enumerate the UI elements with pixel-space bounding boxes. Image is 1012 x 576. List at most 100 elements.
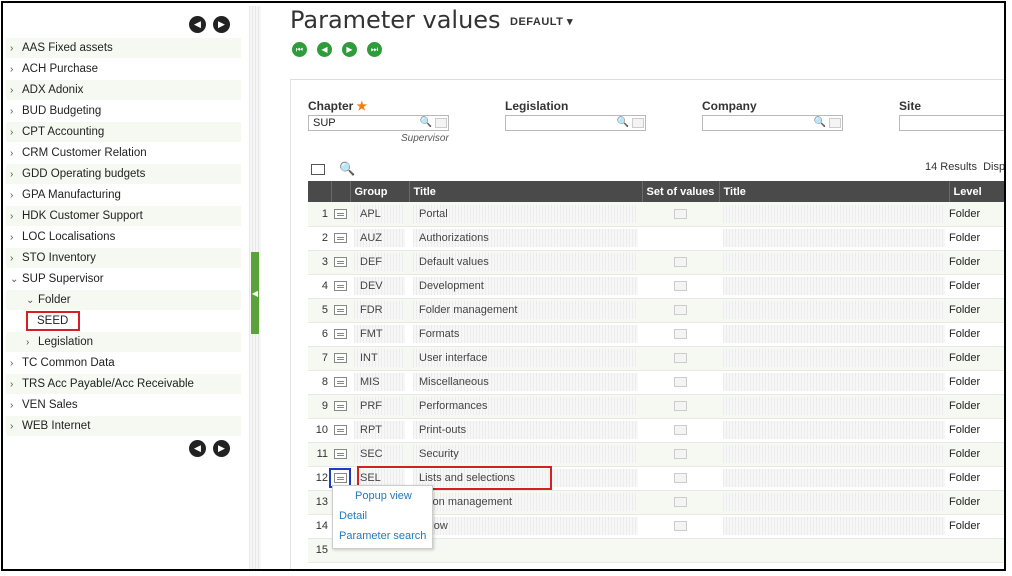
sidebar-item-trs[interactable]: › TRS Acc Payable/Acc Receivable: [6, 374, 241, 395]
row-menu-icon[interactable]: [334, 329, 347, 339]
set-of-values-cell[interactable]: [642, 322, 719, 347]
sidebar-item-legislation[interactable]: › Legislation: [6, 332, 241, 353]
lookup-icon[interactable]: [674, 305, 687, 315]
menu-item-parameter-search[interactable]: Parameter search: [333, 526, 432, 546]
table-row[interactable]: 11 SEC Security Folder: [308, 442, 1004, 467]
sidebar-item-hdk[interactable]: › HDK Customer Support: [6, 206, 241, 227]
set-of-values-cell[interactable]: [642, 202, 719, 227]
group-cell[interactable]: FMT: [350, 322, 409, 347]
title2-cell[interactable]: [719, 514, 949, 539]
table-row[interactable]: 3 DEF Default values Folder: [308, 250, 1004, 275]
title-cell[interactable]: Folder management: [409, 298, 642, 323]
table-row[interactable]: 8 MIS Miscellaneous Folder: [308, 370, 1004, 395]
next-record-icon[interactable]: ▶: [342, 42, 357, 57]
col-header-set-of-values[interactable]: Set of values: [642, 181, 720, 202]
menu-item-detail[interactable]: Detail: [333, 506, 432, 526]
set-of-values-cell[interactable]: [642, 538, 719, 563]
sidebar-item-cpt[interactable]: › CPT Accounting: [6, 122, 241, 143]
chapter-field[interactable]: SUP 🔍: [308, 115, 449, 131]
table-row[interactable]: 1 APL Portal Folder: [308, 202, 1004, 227]
title-cell[interactable]: Development: [409, 274, 642, 299]
title2-cell[interactable]: [719, 322, 949, 347]
legislation-field[interactable]: 🔍: [505, 115, 646, 131]
search-icon[interactable]: 🔍: [814, 117, 826, 128]
lookup-icon[interactable]: [674, 281, 687, 291]
display-label[interactable]: Disp: [983, 161, 1004, 173]
set-of-values-cell[interactable]: [642, 442, 719, 467]
title2-cell[interactable]: [719, 418, 949, 443]
lookup-icon[interactable]: [674, 257, 687, 267]
next-icon[interactable]: ▶: [213, 16, 230, 33]
sidebar-item-seed[interactable]: SEED: [6, 311, 241, 332]
table-row[interactable]: 2 AUZ Authorizations Folder: [308, 226, 1004, 251]
table-row[interactable]: 5 FDR Folder management Folder: [308, 298, 1004, 323]
title-cell[interactable]: Formats: [409, 322, 642, 347]
title-cell[interactable]: Print-outs: [409, 418, 642, 443]
group-cell[interactable]: PRF: [350, 394, 409, 419]
title2-cell[interactable]: [719, 538, 949, 563]
sidebar-item-gdd[interactable]: › GDD Operating budgets: [6, 164, 241, 185]
sidebar-item-ven[interactable]: › VEN Sales: [6, 395, 241, 416]
set-of-values-cell[interactable]: [642, 250, 719, 275]
row-menu-icon[interactable]: [334, 401, 347, 411]
sidebar-item-loc[interactable]: › LOC Localisations: [6, 227, 241, 248]
sidebar-item-ach[interactable]: › ACH Purchase: [6, 59, 241, 80]
group-cell[interactable]: APL: [350, 202, 409, 227]
col-header-title2[interactable]: Title: [719, 181, 950, 202]
lookup-icon[interactable]: [674, 401, 687, 411]
set-of-values-cell[interactable]: [642, 370, 719, 395]
lookup-icon[interactable]: [674, 377, 687, 387]
title-cell[interactable]: Security: [409, 442, 642, 467]
title2-cell[interactable]: [719, 274, 949, 299]
row-menu-icon[interactable]: [334, 281, 347, 291]
title2-cell[interactable]: [719, 394, 949, 419]
sidebar-item-web[interactable]: › WEB Internet: [6, 416, 241, 437]
title-cell[interactable]: Miscellaneous: [409, 370, 642, 395]
prev-icon[interactable]: ◀: [189, 16, 206, 33]
first-record-icon[interactable]: ⏮: [292, 42, 307, 57]
set-of-values-cell[interactable]: [642, 298, 719, 323]
set-of-values-cell[interactable]: [642, 226, 719, 251]
set-of-values-cell[interactable]: [642, 418, 719, 443]
group-cell[interactable]: DEF: [350, 250, 409, 275]
grid-options-icon[interactable]: [311, 163, 325, 175]
search-icon[interactable]: 🔍: [420, 117, 432, 128]
row-menu-icon[interactable]: [334, 449, 347, 459]
set-of-values-cell[interactable]: [642, 346, 719, 371]
sidebar-item-crm[interactable]: › CRM Customer Relation: [6, 143, 241, 164]
row-menu-icon[interactable]: [334, 305, 347, 315]
col-header-title[interactable]: Title: [409, 181, 643, 202]
title2-cell[interactable]: [719, 202, 949, 227]
lookup-icon[interactable]: [829, 118, 841, 128]
title-cell[interactable]: ession management: [409, 490, 642, 515]
lookup-icon[interactable]: [435, 118, 447, 128]
table-row[interactable]: 10 RPT Print-outs Folder: [308, 418, 1004, 443]
lookup-icon[interactable]: [674, 521, 687, 531]
sidebar-item-sup[interactable]: ⌄ SUP Supervisor: [6, 269, 241, 290]
set-of-values-cell[interactable]: [642, 466, 719, 491]
lookup-icon[interactable]: [674, 473, 687, 483]
company-field[interactable]: 🔍: [702, 115, 843, 131]
site-field[interactable]: [899, 115, 1004, 131]
prev-icon[interactable]: ◀: [189, 440, 206, 457]
collapse-handle[interactable]: ◀: [251, 252, 259, 334]
row-menu-icon[interactable]: [334, 353, 347, 363]
sidebar-item-adx[interactable]: › ADX Adonix: [6, 80, 241, 101]
set-of-values-cell[interactable]: [642, 514, 719, 539]
col-header-level[interactable]: Level: [949, 181, 1004, 202]
set-of-values-cell[interactable]: [642, 394, 719, 419]
title-cell[interactable]: Portal: [409, 202, 642, 227]
col-header-group[interactable]: Group: [350, 181, 410, 202]
sidebar-item-tc[interactable]: › TC Common Data: [6, 353, 241, 374]
group-cell[interactable]: INT: [350, 346, 409, 371]
title2-cell[interactable]: [719, 370, 949, 395]
table-row[interactable]: 7 INT User interface Folder: [308, 346, 1004, 371]
view-selector[interactable]: DEFAULT ▾: [510, 15, 573, 28]
group-cell[interactable]: RPT: [350, 418, 409, 443]
title-cell[interactable]: Performances: [409, 394, 642, 419]
table-row[interactable]: 6 FMT Formats Folder: [308, 322, 1004, 347]
title2-cell[interactable]: [719, 442, 949, 467]
last-record-icon[interactable]: ⏭: [367, 42, 382, 57]
search-icon[interactable]: 🔍: [617, 117, 629, 128]
title2-cell[interactable]: [719, 346, 949, 371]
